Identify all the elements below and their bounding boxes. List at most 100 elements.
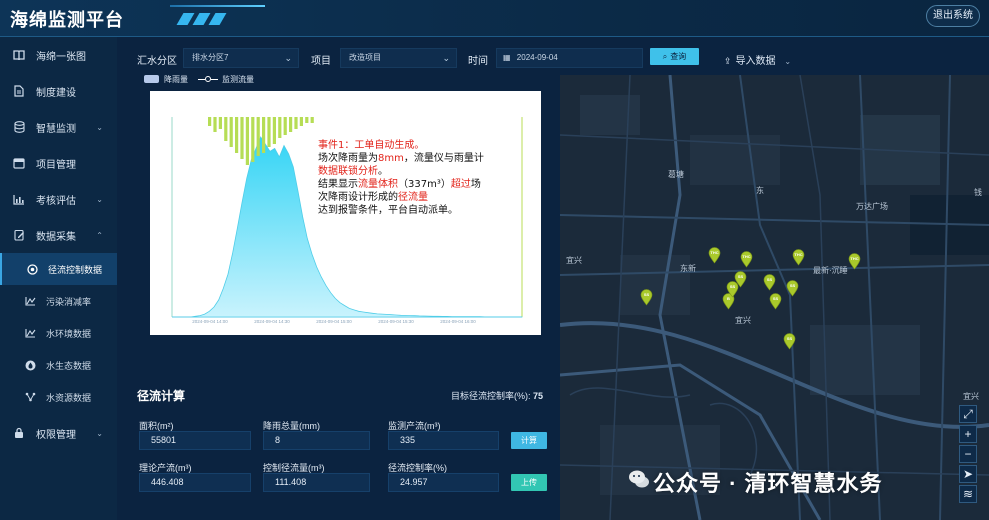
annotation-line: 事件1：工单自动生成。 [318, 140, 425, 151]
import-data-button[interactable]: ⇪ 导入数据 ⌄ [724, 52, 791, 67]
sidebar-item-permission[interactable]: 权限管理 ⌄ [0, 415, 117, 451]
chevron-down-icon: ⌄ [96, 194, 103, 204]
sidebar-item-assessment[interactable]: 考核评估 ⌄ [0, 181, 117, 217]
query-button[interactable]: ⌕ 查询 [650, 48, 699, 65]
legend-rain-label: 降雨量 [164, 74, 188, 84]
marker-label: SS [729, 284, 736, 289]
control-rate-field[interactable]: 24.957 [388, 473, 499, 492]
map-view[interactable]: 葛塘 东 万达广场 钱 宜兴 东新 最新·沉睡 宜兴 宜兴 SS THC THC TH… [560, 75, 989, 520]
edit-icon [12, 228, 26, 242]
date-picker[interactable]: ▦ 2024-09-04 [496, 48, 643, 68]
map-label: 宜兴 [735, 316, 751, 325]
wechat-icon [629, 470, 649, 488]
layers-icon: ≋ [962, 487, 974, 501]
chevron-down-icon: ⌄ [96, 122, 103, 132]
annotation-highlight: 径流量 [398, 192, 428, 203]
zoom-out-button[interactable]: − [959, 445, 977, 463]
rainfall-field[interactable]: 8 [263, 431, 370, 450]
sidebar-sub-runoff[interactable]: 径流控制数据 [0, 253, 117, 285]
sidebar-item-system[interactable]: 制度建设 [0, 73, 117, 109]
annotation-text: 。 [378, 166, 388, 177]
book-icon [12, 48, 26, 62]
map-label: 宜兴 [566, 256, 582, 265]
monitoring-marker[interactable]: THC [848, 253, 861, 270]
logout-button[interactable]: 退出系统 [926, 5, 980, 27]
calculate-button[interactable]: 计算 [511, 432, 547, 449]
rain-bar [251, 117, 255, 162]
main-content: 汇水分区 排水分区7 ⌄ 项目 改造项目 ⌄ 时间 ▦ 2024-09-04 ⌕… [117, 37, 989, 520]
locate-button[interactable]: ➤ [959, 465, 977, 483]
trend-icon [24, 295, 36, 307]
marker-label: SS [766, 277, 773, 282]
project-select[interactable]: 改造项目 ⌄ [340, 48, 457, 68]
rain-bar [213, 117, 217, 132]
monitoring-marker[interactable]: SS [640, 289, 653, 306]
target-label: 目标径流控制率(%): [450, 391, 531, 401]
sidebar-sub-label: 径流控制数据 [48, 264, 103, 275]
rain-bar [305, 117, 309, 123]
database-icon [12, 120, 26, 134]
monitoring-marker[interactable]: THC [740, 251, 753, 268]
monitoring-marker[interactable]: SS [763, 274, 776, 291]
legend-rain-swatch[interactable] [144, 75, 159, 83]
target-control-rate: 目标径流控制率(%): 75 [451, 389, 543, 402]
query-label: 查询 [670, 52, 687, 61]
chevron-up-icon: ⌃ [96, 230, 103, 240]
annotation-text: 结果显示 [318, 179, 358, 190]
fullscreen-button[interactable]: ⤢ [959, 405, 977, 423]
sidebar-item-label: 权限管理 [36, 429, 76, 441]
upload-icon: ⇪ [724, 56, 732, 66]
area-field[interactable]: 55801 [139, 431, 251, 450]
sidebar-sub-water-env[interactable]: 水环境数据 [0, 317, 117, 349]
annotation-text: 场次降雨量为 [318, 153, 378, 164]
project-value: 改造项目 [349, 53, 381, 62]
sidebar-sub-resource[interactable]: 水资源数据 [0, 381, 117, 413]
marker-label: THC [710, 250, 719, 255]
upload-button[interactable]: 上传 [511, 474, 547, 491]
marker-label: SS [789, 283, 796, 288]
sidebar-sub-ecology[interactable]: 水生态数据 [0, 349, 117, 381]
sidebar-item-label: 数据采集 [36, 231, 76, 243]
sidebar-item-monitor[interactable]: 智慧监测 ⌄ [0, 109, 117, 145]
header-stripes [176, 13, 227, 25]
window-icon [12, 156, 26, 170]
calendar-icon: ▦ [503, 53, 511, 62]
target-value: 75 [532, 391, 543, 401]
sidebar-item-map[interactable]: 海绵一张图 [0, 37, 117, 73]
zoom-in-button[interactable]: + [959, 425, 977, 443]
runoff-calculation-panel: 径流计算 目标径流控制率(%): 75 面积(m²) 55801 降雨总量(mm… [117, 375, 560, 520]
map-label: 东新 [680, 264, 696, 273]
monitored-runoff-field[interactable]: 335 [388, 431, 499, 450]
sidebar-sub-label: 污染消减率 [46, 296, 92, 307]
sidebar-sub-pollution[interactable]: 污染消减率 [0, 285, 117, 317]
monitoring-marker[interactable]: SS [783, 333, 796, 350]
monitoring-marker[interactable]: THC [792, 249, 805, 266]
sidebar-item-project[interactable]: 项目管理 [0, 145, 117, 181]
theoretical-runoff-field[interactable]: 446.408 [139, 473, 251, 492]
monitoring-marker[interactable]: THC [708, 247, 721, 264]
legend-flow-label: 监测流量 [222, 74, 254, 84]
sidebar-item-data-collection[interactable]: 数据采集 ⌃ [0, 217, 117, 253]
catchment-select[interactable]: 排水分区7 ⌄ [183, 48, 299, 68]
rain-bar [256, 117, 260, 156]
layers-button[interactable]: ≋ [959, 485, 977, 503]
controlled-runoff-field[interactable]: 111.408 [263, 473, 370, 492]
rain-bar [299, 117, 303, 126]
marker-label: SS [643, 292, 650, 297]
map-label: 最新·沉睡 [813, 266, 848, 275]
legend-flow-swatch[interactable] [198, 76, 218, 82]
annotation-highlight: 8mm [378, 153, 404, 164]
rain-bar [294, 117, 298, 129]
monitoring-marker[interactable]: SS [786, 280, 799, 297]
rain-bar [283, 117, 287, 135]
annotation-text: 场 [470, 179, 481, 190]
drop-icon [24, 359, 36, 371]
monitoring-marker[interactable]: SS [769, 293, 782, 310]
marker-label: SS [772, 296, 779, 301]
target-icon [26, 263, 38, 275]
annotation-text: （337m³） [398, 179, 451, 190]
monitoring-marker[interactable]: SS [726, 281, 739, 298]
fullscreen-icon: ⤢ [963, 407, 973, 421]
search-icon: ⌕ [662, 52, 668, 61]
chevron-down-icon: ⌄ [784, 57, 792, 66]
